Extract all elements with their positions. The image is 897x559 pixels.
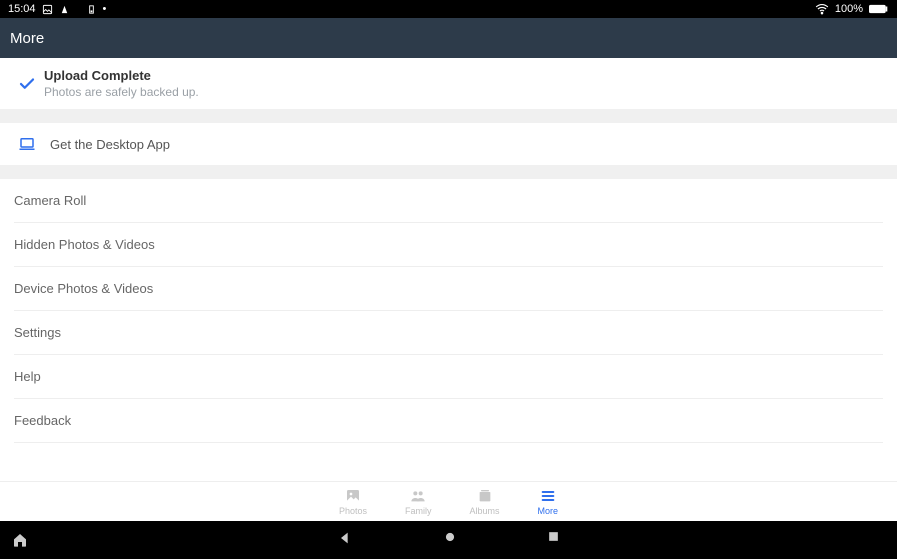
upload-status-row: Upload Complete Photos are safely backed… (0, 58, 897, 109)
tab-label: Albums (470, 506, 500, 516)
battery-saver-icon (86, 4, 97, 15)
tab-label: More (538, 506, 559, 516)
menu-settings[interactable]: Settings (14, 311, 883, 355)
get-desktop-app[interactable]: Get the Desktop App (0, 123, 897, 165)
divider (0, 165, 897, 179)
status-time: 15:04 (8, 3, 36, 15)
battery-percent: 100% (835, 3, 863, 15)
page-title: More (10, 30, 44, 47)
menu-item-label: Camera Roll (14, 193, 86, 208)
menu-item-label: Feedback (14, 413, 71, 428)
divider (0, 109, 897, 123)
upload-subtitle: Photos are safely backed up. (44, 85, 199, 99)
check-icon (14, 75, 40, 93)
tab-label: Family (405, 506, 432, 516)
menu-list: Camera Roll Hidden Photos & Videos Devic… (0, 179, 897, 443)
app-bar: More (0, 18, 897, 58)
menu-item-label: Device Photos & Videos (14, 281, 153, 296)
tab-family[interactable]: Family (405, 488, 432, 516)
status-bar: 15:04 • 100% (0, 0, 897, 18)
menu-hidden-photos[interactable]: Hidden Photos & Videos (14, 223, 883, 267)
desktop-app-label: Get the Desktop App (50, 137, 170, 152)
tab-photos[interactable]: Photos (339, 488, 367, 516)
dot-icon: • (103, 3, 107, 15)
upload-title: Upload Complete (44, 68, 199, 83)
menu-help[interactable]: Help (14, 355, 883, 399)
battery-icon (869, 4, 889, 14)
menu-item-label: Settings (14, 325, 61, 340)
menu-device-photos[interactable]: Device Photos & Videos (14, 267, 883, 311)
menu-camera-roll[interactable]: Camera Roll (14, 179, 883, 223)
image-icon (42, 4, 53, 15)
system-nav-bar (0, 521, 897, 559)
tab-label: Photos (339, 506, 367, 516)
home-indicator-icon (0, 532, 40, 548)
tab-albums[interactable]: Albums (470, 488, 500, 516)
back-button[interactable] (337, 530, 353, 551)
tab-more[interactable]: More (538, 488, 559, 516)
wifi-icon (815, 2, 829, 16)
recents-button[interactable] (547, 530, 560, 551)
menu-feedback[interactable]: Feedback (14, 399, 883, 443)
laptop-icon (14, 135, 40, 153)
menu-item-label: Help (14, 369, 41, 384)
menu-item-label: Hidden Photos & Videos (14, 237, 155, 252)
home-button[interactable] (443, 530, 457, 551)
running-app-icon (59, 4, 70, 15)
bottom-nav: Photos Family Albums More (0, 481, 897, 521)
